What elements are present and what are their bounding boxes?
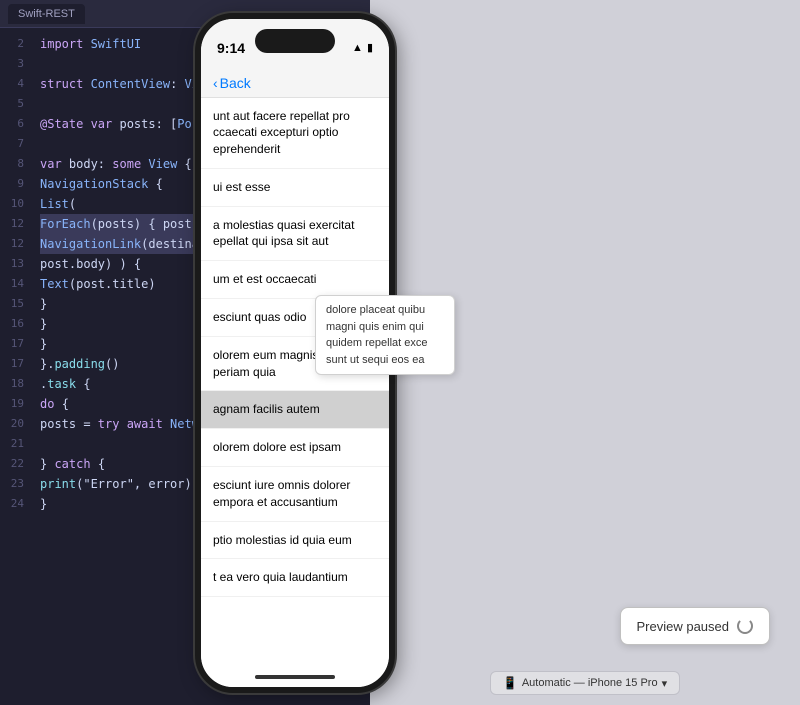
phone-wrapper: 9:14 ▲ ▮ ‹ Back unt aut facere repellat …	[185, 0, 405, 705]
tooltip-line: magni quis enim qui	[326, 319, 444, 336]
list-item[interactable]: esciunt iure omnis dolorer empora et acc…	[201, 467, 389, 522]
phone-notch	[255, 29, 335, 53]
tooltip-popup: dolore placeat quibumagni quis enim quiq…	[315, 295, 455, 375]
wifi-icon: ▲	[352, 42, 363, 54]
line-numbers: 2345678910121213141516171718192021222324	[0, 28, 32, 705]
list-item[interactable]: ptio molestias id quia eum	[201, 522, 389, 560]
phone-status-icons: ▲ ▮	[352, 41, 373, 54]
preview-paused-box[interactable]: Preview paused	[620, 607, 771, 645]
back-label: Back	[220, 75, 251, 91]
list-item[interactable]: t ea vero quia laudantium	[201, 559, 389, 597]
device-icon: 📱	[503, 676, 518, 690]
phone-time: 9:14	[217, 40, 245, 56]
back-button[interactable]: ‹ Back	[213, 75, 251, 91]
refresh-icon[interactable]	[737, 618, 753, 634]
list-item[interactable]: um et est occaecati	[201, 261, 389, 299]
tooltip-line: dolore placeat quibu	[326, 302, 444, 319]
editor-tab[interactable]: Swift-REST	[8, 4, 85, 24]
chevron-left-icon: ‹	[213, 75, 218, 91]
home-bar	[255, 675, 335, 679]
tooltip-line: quidem repellat exce	[326, 335, 444, 352]
list-item[interactable]: olorem dolore est ipsam	[201, 429, 389, 467]
phone-list[interactable]: unt aut facere repellat pro ccaecati exc…	[201, 98, 389, 667]
device-selector[interactable]: 📱 Automatic — iPhone 15 Pro ▾	[490, 671, 680, 695]
preview-paused-label: Preview paused	[637, 619, 730, 634]
list-item[interactable]: a molestias quasi exercitat epellat qui …	[201, 207, 389, 262]
battery-icon: ▮	[367, 41, 373, 54]
phone-nav: ‹ Back	[201, 69, 389, 98]
phone-home-indicator	[201, 667, 389, 687]
list-item[interactable]: ui est esse	[201, 169, 389, 207]
list-item[interactable]: agnam facilis autem	[201, 391, 389, 429]
tooltip-line: sunt ut sequi eos ea	[326, 352, 444, 369]
chevron-down-icon: ▾	[662, 677, 668, 690]
phone-status-bar: 9:14 ▲ ▮	[201, 19, 389, 69]
list-item[interactable]: unt aut facere repellat pro ccaecati exc…	[201, 98, 389, 169]
preview-panel: API 9:14 ▲ ▮ ‹ Back unt aut facere rep	[370, 0, 800, 705]
device-label: Automatic — iPhone 15 Pro	[522, 677, 658, 689]
